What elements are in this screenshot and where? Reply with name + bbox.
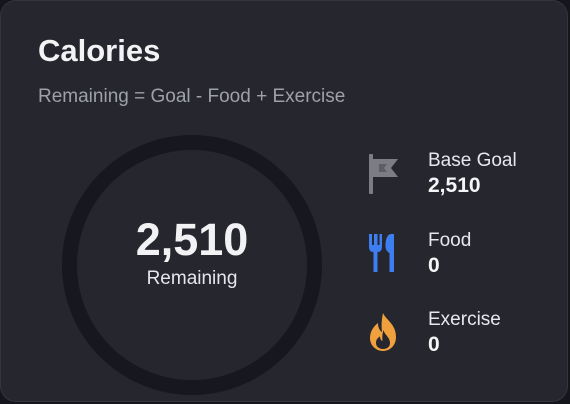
flag-icon <box>367 153 401 195</box>
remaining-label: Remaining <box>146 268 238 289</box>
utensils-icon <box>367 232 401 274</box>
stat-label: Exercise <box>428 309 501 330</box>
card-title: Calories <box>38 33 161 68</box>
flame-icon <box>367 311 401 353</box>
stat-food: Food 0 <box>367 229 557 285</box>
stat-exercise: Exercise 0 <box>367 308 557 364</box>
card-subtitle: Remaining = Goal - Food + Exercise <box>38 86 346 107</box>
stat-value: 0 <box>428 333 440 356</box>
stat-value: 2,510 <box>428 174 481 197</box>
stat-label: Food <box>428 230 472 251</box>
stat-base-goal: Base Goal 2,510 <box>367 149 557 205</box>
calories-card[interactable]: Calories Remaining = Goal - Food + Exerc… <box>0 0 568 402</box>
remaining-value: 2,510 <box>135 214 249 265</box>
stat-label: Base Goal <box>428 150 517 171</box>
stat-value: 0 <box>428 254 440 277</box>
